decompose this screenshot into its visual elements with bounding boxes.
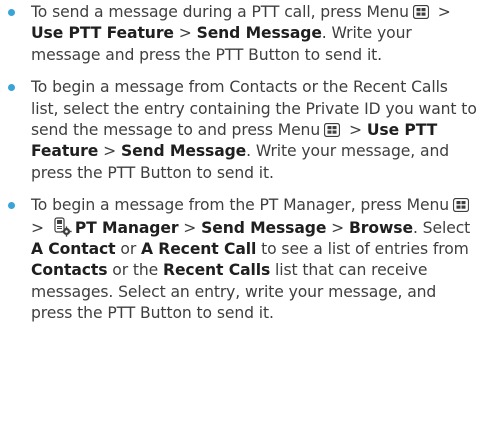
list-name-contacts: Contacts (31, 261, 108, 280)
bullet-icon (8, 202, 15, 210)
bullet-icon (8, 84, 15, 92)
menu-option-send-message: Send Message (196, 24, 322, 43)
item-text: To send a message during a PTT call, pre… (31, 3, 409, 21)
list-item: To begin a message from Contacts or the … (0, 77, 484, 184)
item-text: . Select (412, 218, 471, 237)
separator: > (31, 218, 49, 237)
separator: > (178, 218, 202, 237)
menu-option-pt-manager: PT Manager (74, 218, 179, 237)
list-item: To begin a message from the PT Manager, … (0, 195, 484, 324)
item-text: To begin a message from the PT Manager, … (31, 196, 450, 215)
menu-option-send-message: Send Message (201, 218, 327, 237)
list-item: To send a message during a PTT call, pre… (0, 2, 484, 66)
menu-option-use-ptt-feature: Use PTT Feature (31, 24, 174, 43)
menu-key-icon (412, 5, 429, 19)
option-a-recent-call: A Recent Call (141, 240, 257, 259)
item-text: or (115, 240, 141, 259)
menu-option-browse: Browse (349, 218, 413, 237)
menu-option-send-message: Send Message (120, 142, 247, 161)
menu-key-icon (324, 123, 341, 138)
bullet-icon (8, 9, 15, 16)
separator: > (173, 24, 197, 43)
list-name-recent-calls: Recent Calls (163, 261, 271, 280)
separator: > (98, 142, 121, 161)
separator: > (326, 218, 350, 237)
separator: > (344, 121, 367, 140)
item-text: to see a list of entries from (256, 240, 469, 259)
item-text: or the (107, 261, 164, 280)
separator: > (432, 3, 451, 21)
option-a-contact: A Contact (31, 240, 116, 259)
menu-key-icon (453, 198, 470, 213)
pt-manager-icon (54, 217, 72, 237)
instruction-list: To send a message during a PTT call, pre… (0, 2, 484, 336)
